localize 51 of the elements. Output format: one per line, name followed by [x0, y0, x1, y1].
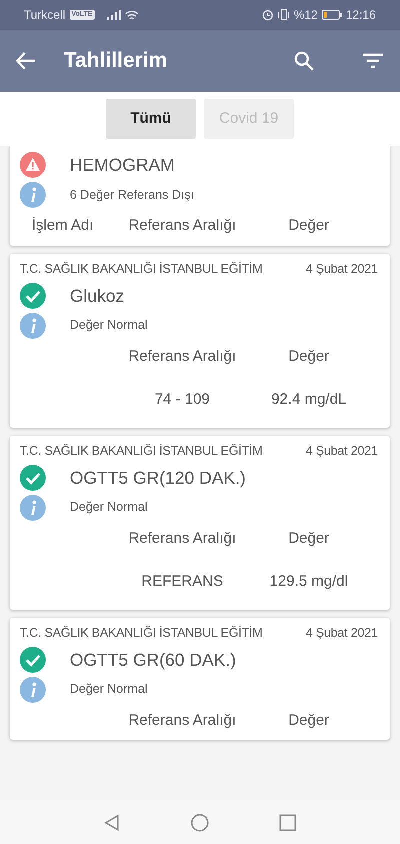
institution-name: T.C. SAĞLIK BAKANLIĞI İSTANBUL EĞİTİM — [20, 624, 263, 642]
filter-tab[interactable]: Tümü — [106, 99, 196, 139]
info-icon[interactable] — [20, 676, 46, 703]
column-header: Değer — [288, 710, 330, 730]
result-date: 4 Şubat 2021 — [306, 442, 378, 460]
recents-nav-icon[interactable] — [279, 814, 297, 832]
test-name: HEMOGRAM — [70, 154, 175, 177]
column-header: Değer — [288, 528, 330, 548]
test-name: OGTT5 GR(120 DAK.) — [70, 466, 246, 490]
result-date: 4 Şubat 2021 — [306, 624, 378, 642]
info-icon[interactable] — [20, 494, 46, 521]
result-card[interactable]: T.C. SAĞLIK BAKANLIĞI İSTANBUL EĞİTİM 4 Şubat 2021 Glukoz Değer Normal Referans Aralığı Değer 74 - 109 92.4 mg/dL — [10, 254, 390, 428]
carrier-name: Turkcell — [24, 7, 66, 24]
institution-name: T.C. SAĞLIK BAKANLIĞI İSTANBUL EĞİTİM — [20, 442, 263, 460]
result-note: Değer Normal — [70, 499, 148, 516]
test-name: OGTT5 GR(60 DAK.) — [70, 648, 236, 672]
column-header: Referans Aralığı — [128, 216, 238, 236]
result-date: 4 Şubat 2021 — [306, 260, 378, 278]
result-card[interactable]: T.C. SAĞLIK BAKANLIĞI İSTANBUL EĞİTİM 4 Şubat 2021 OGTT5 GR(120 DAK.) Değer Normal Referans Aralığı Değer REFERANS 129.5 mg/dl — [10, 436, 390, 610]
alarm-icon — [262, 9, 274, 21]
home-nav-icon[interactable] — [191, 814, 209, 832]
search-icon[interactable] — [294, 51, 314, 71]
column-header: Değer — [288, 216, 330, 236]
reference-range: 74 - 109 — [154, 390, 212, 410]
back-nav-icon[interactable] — [103, 814, 121, 832]
result-note: 6 Değer Referans Dışı — [70, 186, 194, 204]
clock: 12:16 — [346, 7, 376, 24]
column-header: Referans Aralığı — [128, 346, 238, 366]
column-header: Referans Aralığı — [128, 528, 238, 548]
result-note: Değer Normal — [70, 317, 148, 334]
battery-percent: %12 — [294, 7, 318, 24]
battery-icon — [322, 10, 342, 20]
wifi-icon — [124, 10, 139, 20]
result-note: Değer Normal — [70, 681, 148, 698]
test-name: Glukoz — [70, 284, 124, 308]
info-icon[interactable] — [20, 312, 46, 339]
reference-range: REFERANS — [140, 572, 224, 592]
column-header: Referans Aralığı — [128, 710, 238, 730]
vibrate-icon — [278, 9, 290, 21]
screen-title: Tahlillerim — [64, 48, 168, 74]
filter-icon[interactable] — [362, 53, 384, 69]
column-header: İşlem Adı — [31, 216, 95, 236]
info-icon[interactable] — [20, 182, 46, 208]
back-arrow-icon[interactable] — [16, 52, 36, 70]
result-value: 92.4 mg/dL — [270, 390, 348, 410]
result-card[interactable]: HEMOGRAM 6 Değer Referans Dışı İşlem Adı Referans Aralığı Değer — [10, 146, 390, 246]
column-header: Değer — [288, 346, 330, 366]
result-card[interactable]: T.C. SAĞLIK BAKANLIĞI İSTANBUL EĞİTİM 4 Şubat 2021 OGTT5 GR(60 DAK.) Değer Normal Referans Aralığı Değer — [10, 618, 390, 740]
institution-name: T.C. SAĞLIK BAKANLIĞI İSTANBUL EĞİTİM — [20, 260, 263, 278]
result-value: 129.5 mg/dl — [268, 572, 350, 592]
signal-icon — [106, 10, 121, 20]
